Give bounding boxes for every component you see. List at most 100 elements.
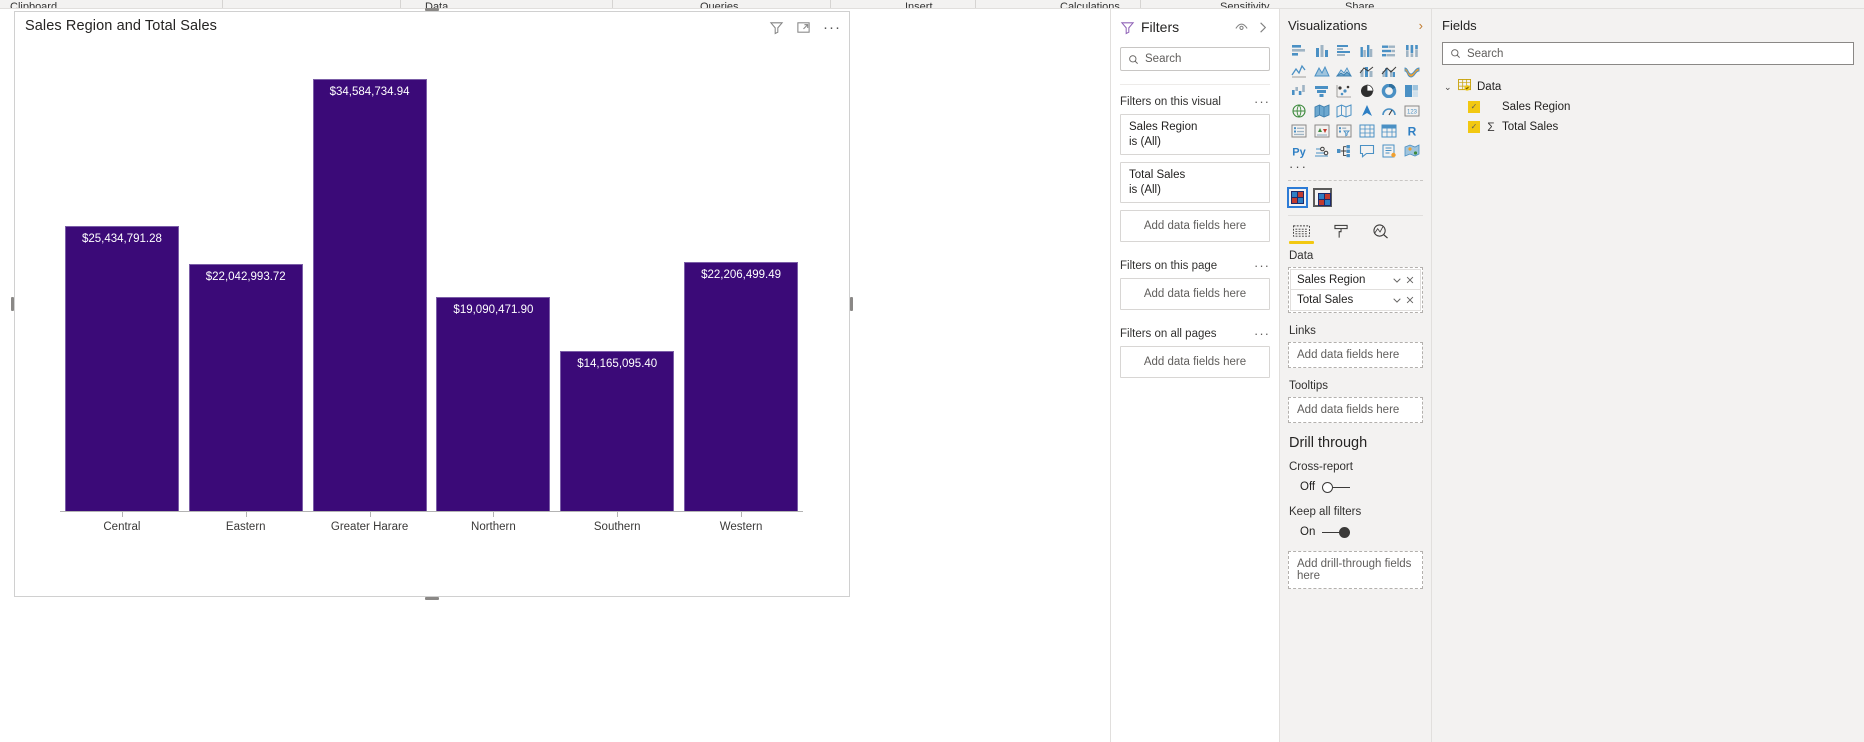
close-icon[interactable]: [1403, 295, 1416, 305]
filters-page-dropzone[interactable]: Add data fields here: [1120, 278, 1270, 310]
stacked-area-chart-icon[interactable]: [1333, 62, 1356, 79]
matrix-icon[interactable]: [1378, 122, 1401, 139]
smart-narrative-icon[interactable]: [1378, 142, 1401, 159]
100-stacked-column-chart-icon[interactable]: [1401, 42, 1424, 59]
chevron-down-icon[interactable]: [1390, 295, 1403, 305]
drill-through-dropzone[interactable]: Add drill-through fields here: [1288, 551, 1423, 589]
resize-handle-top[interactable]: [425, 8, 439, 11]
collapse-filters-chevron-icon[interactable]: [1255, 20, 1270, 35]
filled-map-icon[interactable]: [1311, 102, 1334, 119]
ribbon-group-share[interactable]: Share: [1345, 1, 1374, 8]
pie-chart-icon[interactable]: [1356, 82, 1379, 99]
table-icon[interactable]: [1356, 122, 1379, 139]
custom-visual-1-icon[interactable]: [1287, 187, 1308, 208]
kpi-icon[interactable]: [1311, 122, 1334, 139]
visual-more-options-button[interactable]: ···: [823, 20, 841, 35]
line-chart-icon[interactable]: [1288, 62, 1311, 79]
fields-pane: Fields Search ⌄ Data ✓ Sales Region ✓ Σ …: [1432, 9, 1864, 742]
tab-format[interactable]: [1333, 224, 1350, 244]
filters-all-pages-dropzone[interactable]: Add data fields here: [1120, 346, 1270, 378]
bar-northern[interactable]: $19,090,471.90: [436, 296, 551, 511]
resize-handle-left[interactable]: [11, 297, 14, 311]
clustered-bar-chart-icon[interactable]: [1333, 42, 1356, 59]
fields-table-data[interactable]: ⌄ Data: [1444, 77, 1854, 97]
funnel-chart-icon[interactable]: [1311, 82, 1334, 99]
section-more-button[interactable]: ···: [1254, 327, 1270, 340]
focus-mode-icon[interactable]: [796, 20, 811, 35]
donut-chart-icon[interactable]: [1378, 82, 1401, 99]
filters-visual-dropzone[interactable]: Add data fields here: [1120, 210, 1270, 242]
clustered-column-chart-icon[interactable]: [1356, 42, 1379, 59]
report-canvas[interactable]: Sales Region and Total Sales ··· $25,434…: [0, 8, 1110, 742]
bar-eastern[interactable]: $22,042,993.72: [188, 263, 303, 511]
keep-all-filters-toggle-row[interactable]: On: [1300, 526, 1423, 538]
filter-card-total-sales[interactable]: Total Sales is (All): [1120, 162, 1270, 203]
well-data[interactable]: Sales Region Total Sales: [1288, 267, 1423, 313]
bar-greater-harare[interactable]: $34,584,734.94: [312, 79, 427, 511]
field-item-total-sales[interactable]: ✓ Σ Total Sales: [1444, 117, 1854, 137]
multi-row-card-icon[interactable]: [1288, 122, 1311, 139]
filters-search-input[interactable]: Search: [1120, 47, 1270, 71]
collapse-visualizations-chevron-icon[interactable]: ›: [1419, 18, 1423, 33]
ribbon-chart-icon[interactable]: [1401, 62, 1424, 79]
filter-card-sales-region[interactable]: Sales Region is (All): [1120, 114, 1270, 155]
resize-handle-bottom[interactable]: [425, 597, 439, 600]
chevron-down-icon[interactable]: [1390, 275, 1403, 285]
section-more-button[interactable]: ···: [1254, 95, 1270, 108]
cross-report-toggle[interactable]: [1322, 481, 1351, 493]
fields-search-input[interactable]: Search: [1442, 42, 1854, 65]
section-more-button[interactable]: ···: [1254, 259, 1270, 272]
bar-western[interactable]: $22,206,499.49: [684, 261, 799, 511]
checkbox-checked-icon[interactable]: ✓: [1468, 101, 1480, 113]
filter-icon[interactable]: [769, 20, 784, 35]
bar-slot: $22,042,993.72: [184, 54, 308, 511]
custom-visual-2-icon[interactable]: [1313, 188, 1332, 207]
treemap-icon[interactable]: [1401, 82, 1424, 99]
r-script-visual-icon[interactable]: R: [1401, 122, 1424, 139]
well-tooltips-dropzone[interactable]: Add data fields here: [1288, 397, 1423, 423]
line-clustered-column-chart-icon[interactable]: [1378, 62, 1401, 79]
python-visual-icon[interactable]: Py: [1288, 142, 1311, 159]
100-stacked-bar-chart-icon[interactable]: [1378, 42, 1401, 59]
gauge-icon[interactable]: [1378, 102, 1401, 119]
chevron-down-icon[interactable]: ⌄: [1444, 82, 1453, 93]
more-visuals-button[interactable]: ···: [1289, 160, 1423, 173]
azure-map-icon[interactable]: [1356, 102, 1379, 119]
field-item-sales-region[interactable]: ✓ Sales Region: [1444, 97, 1854, 117]
checkbox-checked-icon[interactable]: ✓: [1468, 121, 1480, 133]
line-stacked-column-chart-icon[interactable]: [1356, 62, 1379, 79]
ribbon-group-calculations[interactable]: Calculations: [1060, 1, 1120, 8]
ribbon-group-queries[interactable]: Queries: [700, 1, 739, 8]
hide-filters-eye-icon[interactable]: [1234, 20, 1249, 35]
ribbon-group-clipboard[interactable]: Clipboard: [10, 1, 57, 8]
waterfall-chart-icon[interactable]: [1288, 82, 1311, 99]
map-icon[interactable]: [1288, 102, 1311, 119]
bar-southern[interactable]: $14,165,095.40: [560, 351, 675, 511]
tab-fields[interactable]: [1289, 224, 1314, 244]
arcgis-map-icon[interactable]: [1401, 142, 1424, 159]
slicer-icon[interactable]: [1333, 122, 1356, 139]
close-icon[interactable]: [1403, 275, 1416, 285]
stacked-column-chart-icon[interactable]: [1311, 42, 1334, 59]
scatter-chart-icon[interactable]: [1333, 82, 1356, 99]
bar-chart-visual[interactable]: Sales Region and Total Sales ··· $25,434…: [11, 8, 853, 600]
bar-central[interactable]: $25,434,791.28: [64, 225, 179, 511]
key-influencers-icon[interactable]: [1311, 142, 1334, 159]
keep-all-filters-toggle[interactable]: [1322, 526, 1351, 538]
field-chip-name: Sales Region: [1297, 273, 1366, 286]
card-icon[interactable]: 123: [1401, 102, 1424, 119]
field-chip-sales-region[interactable]: Sales Region: [1290, 269, 1421, 290]
field-chip-total-sales[interactable]: Total Sales: [1290, 290, 1421, 311]
qna-icon[interactable]: [1356, 142, 1379, 159]
cross-report-toggle-row[interactable]: Off: [1300, 481, 1423, 493]
resize-handle-right[interactable]: [850, 297, 853, 311]
area-chart-icon[interactable]: [1311, 62, 1334, 79]
well-links-dropzone[interactable]: Add data fields here: [1288, 342, 1423, 368]
ribbon-group-insert[interactable]: Insert: [905, 1, 933, 8]
decomposition-tree-icon[interactable]: [1333, 142, 1356, 159]
tab-analytics[interactable]: [1372, 224, 1389, 244]
ribbon-group-sensitivity[interactable]: Sensitivity: [1220, 1, 1270, 8]
shape-map-icon[interactable]: [1333, 102, 1356, 119]
stacked-bar-chart-icon[interactable]: [1288, 42, 1311, 59]
filter-field-state: is (All): [1129, 136, 1161, 148]
